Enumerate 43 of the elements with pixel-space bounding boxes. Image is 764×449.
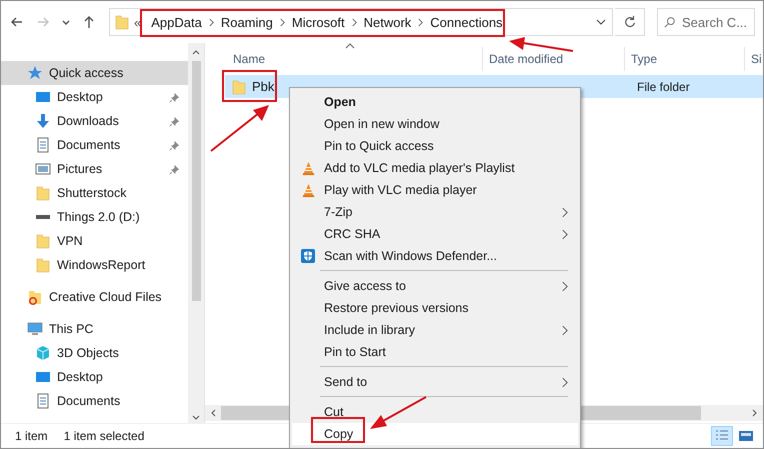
breadcrumb-item[interactable]: AppData [147,14,206,30]
menu-item[interactable]: Open in new window [292,113,578,135]
menu-item[interactable]: Pin to Quick access [292,135,578,157]
sidebar-item[interactable]: Creative Cloud Files [1,285,188,309]
overflow-chevron[interactable]: « [134,14,142,30]
item-count: 1 item [15,429,48,443]
search-field[interactable]: Search C... [657,8,755,36]
sidebar-item[interactable]: 3D Objects [1,341,188,365]
column-header[interactable]: Type [625,47,745,71]
breadcrumb-item[interactable]: Connections [426,14,507,30]
menu-item[interactable]: Give access to [292,275,578,297]
menu-item[interactable]: 7-Zip [292,201,578,223]
sidebar-item[interactable]: Downloads [1,109,188,133]
sidebar-item[interactable]: Quick access [1,61,188,85]
sidebar-item[interactable]: Documents [1,389,188,413]
sidebar-item[interactable]: Documents [1,133,188,157]
column-header[interactable]: Si [745,47,763,71]
file-name: Pbk [252,79,274,94]
menu-item[interactable]: Add to VLC media player's Playlist [292,157,578,179]
breadcrumb-item[interactable]: Roaming [216,14,277,30]
menu-item[interactable]: CRC SHA [292,223,578,245]
breadcrumb-item[interactable]: Microsoft [288,14,349,30]
sidebar-item[interactable]: This PC [1,317,188,341]
sidebar-item[interactable]: Desktop [1,85,188,109]
menu-item[interactable]: Send to [292,371,578,393]
sidebar-item[interactable]: Pictures [1,157,188,181]
sidebar-item[interactable]: Desktop [1,365,188,389]
address-bar[interactable]: « AppData Roaming Microsoft Network Connections [109,8,613,36]
menu-item[interactable]: Scan with Windows Defender... [292,245,578,267]
selection-count: 1 item selected [64,429,144,443]
menu-item[interactable]: Cut [292,401,578,423]
sidebar-item[interactable]: Things 2.0 (D:) [1,205,188,229]
menu-item[interactable]: Play with VLC media player [292,179,578,201]
menu-item[interactable]: Copy [292,423,578,445]
menu-item[interactable]: Pin to Start [292,341,578,363]
sidebar-item[interactable]: Shutterstock [1,181,188,205]
sidebar-item[interactable]: WindowsReport [1,253,188,277]
column-header[interactable]: Name [227,47,483,71]
menu-item[interactable]: Include in library [292,319,578,341]
menu-item[interactable]: Restore previous versions [292,297,578,319]
breadcrumb-item[interactable]: Network [360,14,416,30]
file-type: File folder [636,80,690,94]
sidebar-item[interactable]: VPN [1,229,188,253]
